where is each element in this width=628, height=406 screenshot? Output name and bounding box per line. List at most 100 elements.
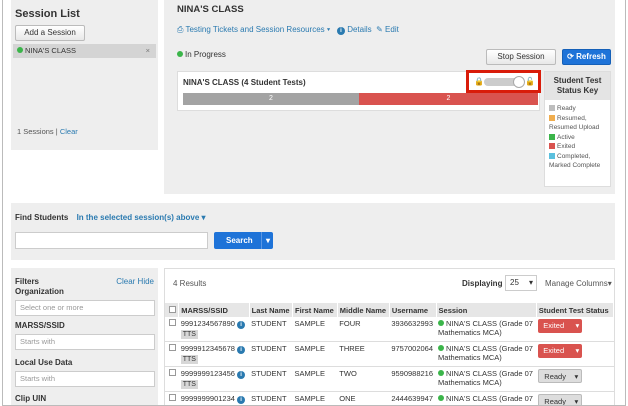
organization-select[interactable]: Select one or more (15, 300, 155, 316)
session-cell: NINA'S CLASS (Grade 07 Mathematics MCA) (436, 341, 537, 367)
status-dropdown[interactable]: Ready ▾ (538, 369, 583, 383)
column-header-username[interactable]: Username (389, 303, 437, 317)
active-status-dot-icon (17, 47, 23, 53)
manage-columns-dropdown[interactable]: Manage Columns▾ (545, 279, 612, 288)
table-row: 9999999123456 i TTS STUDENT SAMPLE TWO 95… (165, 366, 614, 392)
details-link[interactable]: Details (347, 25, 371, 34)
key-label: Completed, Marked Complete (549, 152, 601, 170)
per-page-select[interactable]: 25 ▾ (505, 275, 537, 291)
row-checkbox[interactable] (169, 394, 176, 401)
add-session-button[interactable]: Add a Session (15, 25, 85, 41)
key-item-completed: Completed, Marked Complete (549, 152, 610, 171)
edit-link[interactable]: Edit (385, 25, 399, 34)
select-all-cell (165, 303, 180, 317)
swatch-icon (549, 152, 555, 159)
ssid-input[interactable]: Starts with (15, 334, 155, 350)
hide-filters-link[interactable]: Hide (138, 277, 154, 286)
testing-tickets-link[interactable]: Testing Tickets and Session Resources (185, 25, 324, 34)
scope-label: In the selected session(s) above (76, 213, 200, 222)
status-label: Ready (544, 372, 566, 381)
toggle-knob[interactable] (513, 76, 525, 88)
session-title: NINA'S CLASS (177, 4, 244, 15)
chevron-down-icon: ▾ (574, 372, 579, 381)
session-line1: NINA'S CLASS (Grade 07 (446, 319, 533, 328)
session-line1: NINA'S CLASS (Grade 07 (446, 394, 533, 403)
ssid-value: 9991234567890 (180, 319, 235, 328)
search-label: Search (226, 236, 253, 245)
chevron-down-icon: ▾ (574, 397, 579, 406)
results-panel: 4 Results Displaying 25 ▾ Manage Columns… (164, 268, 615, 406)
lock-toggle-switch[interactable] (484, 76, 525, 88)
tts-badge: TTS (180, 355, 198, 364)
row-checkbox[interactable] (169, 319, 176, 326)
results-count: 4 Results (173, 279, 207, 288)
chevron-down-icon[interactable]: ▾ (260, 232, 270, 249)
key-label: Exited (557, 143, 576, 150)
row-checkbox[interactable] (169, 369, 176, 376)
status-label: Exited (543, 321, 565, 330)
close-icon[interactable]: × (146, 44, 150, 58)
scope-dropdown[interactable]: In the selected session(s) above ▾ (77, 213, 206, 222)
username-cell: 2444639947 (389, 391, 437, 405)
info-icon[interactable]: i (237, 346, 246, 354)
username-cell: 9757002064 (389, 341, 437, 367)
displaying-label: Displaying (462, 279, 503, 288)
search-button[interactable]: Search ▾ (214, 232, 273, 249)
middle-name-cell: FOUR (337, 317, 390, 342)
tts-badge: TTS (180, 380, 198, 389)
table-row: 9999999901234 i STUDENT SAMPLE ONE 24446… (165, 391, 614, 406)
column-header-ssid[interactable]: MARSS/SSID (178, 303, 250, 317)
first-name-cell: SAMPLE (292, 366, 338, 392)
status-cell: Exited ▾ (536, 341, 614, 367)
exited-bar-segment: 2 (359, 93, 538, 105)
chevron-down-icon: ▾ (575, 346, 580, 355)
ssid-value: 9999999123456 (180, 369, 235, 378)
status-dropdown[interactable]: Exited ▾ (538, 344, 583, 358)
session-line2: Mathematics MCA) (438, 378, 502, 387)
info-icon[interactable]: i (237, 321, 246, 329)
status-dropdown[interactable]: Ready ▾ (538, 394, 583, 406)
column-header-test-status[interactable]: Student Test Status (536, 303, 615, 317)
chevron-down-icon[interactable]: ▾ (327, 25, 330, 34)
middle-name-cell: ONE (337, 391, 390, 405)
row-select-cell (165, 391, 179, 405)
chevron-down-icon: ▾ (607, 279, 612, 288)
info-icon: i (336, 27, 345, 35)
key-label: Ready (557, 105, 576, 112)
local-use-input[interactable]: Starts with (15, 371, 155, 387)
column-header-session[interactable]: Session (436, 303, 537, 317)
chevron-down-icon: ▾ (528, 278, 533, 287)
column-header-last-name[interactable]: Last Name (249, 303, 294, 317)
table-header-row: MARSS/SSID Last Name First Name Middle N… (165, 303, 615, 317)
info-icon[interactable]: i (237, 396, 246, 404)
key-item-active: Active (549, 133, 610, 143)
clear-sessions-link[interactable]: Clear (60, 127, 78, 136)
session-line1: NINA'S CLASS (Grade 07 (446, 344, 533, 353)
filters-title: Filters Organization (15, 277, 75, 297)
student-search-input[interactable] (15, 232, 208, 249)
middle-name-cell: THREE (337, 341, 390, 367)
key-item-exited: Exited (549, 142, 610, 152)
info-icon[interactable]: i (237, 371, 246, 379)
column-header-middle-name[interactable]: Middle Name (337, 303, 390, 317)
column-header-first-name[interactable]: First Name (292, 303, 338, 317)
select-all-checkbox[interactable] (169, 305, 176, 313)
row-select-cell (165, 341, 179, 367)
unlock-icon: 🔓 (525, 77, 535, 86)
status-label: Ready (544, 397, 566, 406)
session-list-item[interactable]: NINA'S CLASS × (13, 44, 156, 58)
active-status-dot-icon (438, 345, 445, 351)
status-cell: Ready ▾ (536, 366, 614, 392)
stop-session-button[interactable]: Stop Session (486, 49, 556, 65)
active-status-dot-icon (438, 320, 445, 326)
status-dropdown[interactable]: Exited ▾ (538, 319, 583, 333)
swatch-icon (549, 105, 555, 111)
refresh-button[interactable]: ⟳ Refresh (562, 49, 611, 65)
clear-filters-link[interactable]: Clear (116, 277, 135, 286)
last-name-cell: STUDENT (249, 391, 293, 405)
find-students-title: Find Students In the selected session(s)… (15, 213, 206, 222)
table-row: 9991234567890 i TTS STUDENT SAMPLE FOUR 3… (165, 317, 614, 342)
row-checkbox[interactable] (169, 344, 176, 351)
active-status-dot-icon (438, 370, 445, 376)
table-row: 9999912345678 i TTS STUDENT SAMPLE THREE … (165, 341, 614, 367)
